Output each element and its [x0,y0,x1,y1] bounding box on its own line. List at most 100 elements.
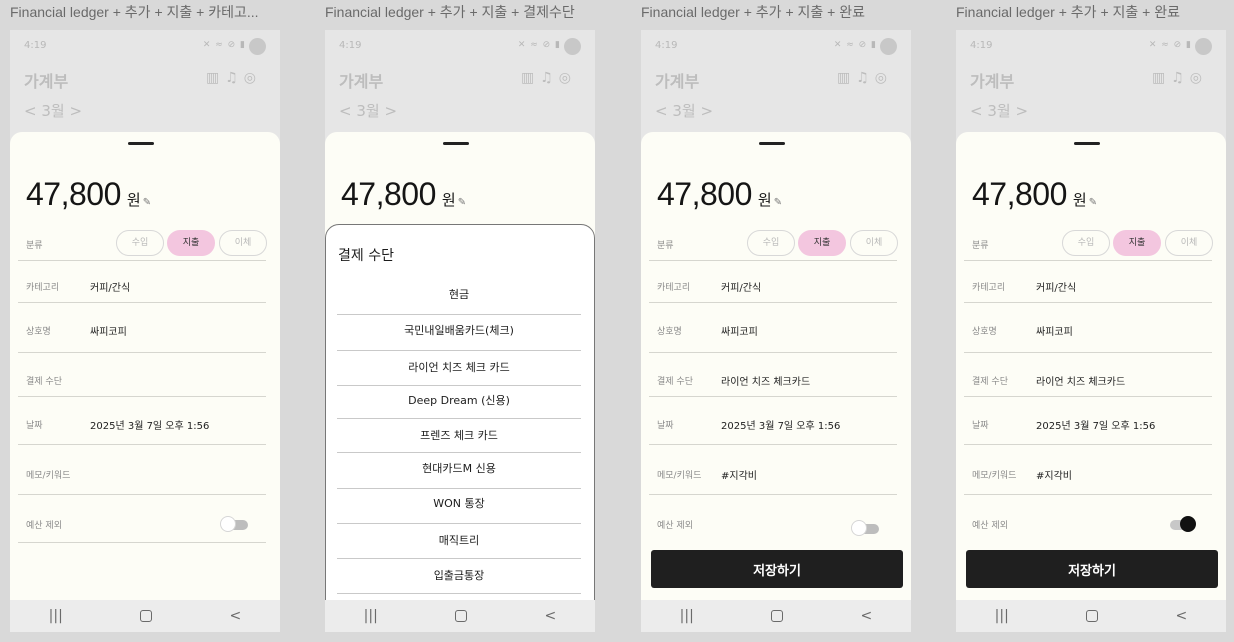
sheet-handle[interactable] [128,142,154,145]
payment-option[interactable]: 입출금통장 [337,559,581,594]
profile-icon[interactable]: ◎ [875,70,893,86]
payment-value[interactable]: 라이언 치즈 체크카드 [721,373,810,388]
type-expense-button[interactable]: 지출 [167,230,215,256]
date-value[interactable]: 2025년 3월 7일 오후 1:56 [721,417,840,432]
payment-option[interactable]: 현금 [337,279,581,315]
memo-value[interactable]: #지각비 [721,467,757,482]
store-row[interactable]: 상호명 싸피코피 [649,302,897,353]
payment-row[interactable]: 결제 수단 [18,352,266,397]
save-button[interactable]: 저장하기 [651,550,903,588]
amount-value[interactable]: 47,800 [972,176,1067,213]
home-icon[interactable] [455,610,468,622]
payment-label: 결제 수단 [26,377,62,387]
prev-month-icon[interactable]: < [970,102,983,120]
category-row[interactable]: 카테고리 커피/간식 [964,260,1212,303]
type-transfer-button[interactable]: 이체 [850,230,898,256]
date-row[interactable]: 날짜 2025년 3월 7일 오후 1:56 [649,396,897,445]
back-icon[interactable]: < [1176,608,1188,624]
edit-icon[interactable]: ✎ [1089,197,1097,208]
prev-month-icon[interactable]: < [24,102,37,120]
home-icon[interactable] [1086,610,1099,622]
type-transfer-button[interactable]: 이체 [219,230,267,256]
bell-icon[interactable]: ♫ [540,70,559,86]
date-row[interactable]: 날짜 2025년 3월 7일 오후 1:56 [964,396,1212,445]
edit-icon[interactable]: ✎ [458,197,466,208]
budget-exclude-toggle[interactable] [851,520,879,536]
payment-row[interactable]: 결제 수단 라이언 치즈 체크카드 [964,352,1212,397]
chart-icon[interactable]: ▥ [521,70,540,86]
amount-row[interactable]: 47,800 원 ✎ [341,176,466,213]
category-row[interactable]: 카테고리 커피/간식 [18,260,266,303]
sheet-handle[interactable] [759,142,785,145]
store-value[interactable]: 싸피코피 [90,323,127,338]
category-value[interactable]: 커피/간식 [90,279,130,294]
date-value[interactable]: 2025년 3월 7일 오후 1:56 [1036,417,1155,432]
budget-exclude-toggle[interactable] [220,516,248,532]
prev-month-icon[interactable]: < [339,102,352,120]
store-row[interactable]: 상호명 싸피코피 [18,302,266,353]
profile-icon[interactable]: ◎ [244,70,262,86]
recent-apps-icon[interactable]: ||| [680,608,694,624]
payment-value[interactable]: 라이언 치즈 체크카드 [1036,373,1125,388]
payment-option[interactable]: WON 통장 [337,489,581,524]
type-expense-button[interactable]: 지출 [798,230,846,256]
amount-row[interactable]: 47,800 원 ✎ [657,176,782,213]
amount-value[interactable]: 47,800 [657,176,752,213]
amount-row[interactable]: 47,800 원 ✎ [972,176,1097,213]
profile-icon[interactable]: ◎ [559,70,577,86]
sheet-handle[interactable] [1074,142,1100,145]
payment-row[interactable]: 결제 수단 라이언 치즈 체크카드 [649,352,897,397]
back-icon[interactable]: < [861,608,873,624]
chart-icon[interactable]: ▥ [206,70,225,86]
date-row[interactable]: 날짜 2025년 3월 7일 오후 1:56 [18,396,266,445]
recent-apps-icon[interactable]: ||| [364,608,378,624]
edit-icon[interactable]: ✎ [774,197,782,208]
save-button[interactable]: 저장하기 [966,550,1218,588]
prev-month-icon[interactable]: < [655,102,668,120]
payment-option[interactable]: 현대카드M 신용 [337,453,581,489]
store-value[interactable]: 싸피코피 [1036,323,1073,338]
category-value[interactable]: 커피/간식 [721,279,761,294]
type-expense-button[interactable]: 지출 [1113,230,1161,256]
type-transfer-button[interactable]: 이체 [1165,230,1213,256]
bell-icon[interactable]: ♫ [1171,70,1190,86]
next-month-icon[interactable]: > [700,102,713,120]
budget-exclude-toggle[interactable] [1170,516,1196,532]
recent-apps-icon[interactable]: ||| [995,608,1009,624]
back-icon[interactable]: < [230,608,242,624]
date-value[interactable]: 2025년 3월 7일 오후 1:56 [90,417,209,432]
next-month-icon[interactable]: > [384,102,397,120]
chart-icon[interactable]: ▥ [837,70,856,86]
category-value[interactable]: 커피/간식 [1036,279,1076,294]
edit-icon[interactable]: ✎ [143,197,151,208]
memo-value[interactable]: #지각비 [1036,467,1072,482]
memo-row[interactable]: 메모/키워드 #지각비 [649,444,897,495]
recent-apps-icon[interactable]: ||| [49,608,63,624]
amount-value[interactable]: 47,800 [341,176,436,213]
payment-option[interactable]: 프렌즈 체크 카드 [337,419,581,453]
bell-icon[interactable]: ♫ [856,70,875,86]
type-income-button[interactable]: 수입 [116,230,164,256]
next-month-icon[interactable]: > [69,102,82,120]
category-row[interactable]: 카테고리 커피/간식 [649,260,897,303]
type-income-button[interactable]: 수입 [1062,230,1110,256]
sheet-handle[interactable] [443,142,469,145]
payment-option[interactable]: 매직트리 [337,524,581,559]
type-income-button[interactable]: 수입 [747,230,795,256]
memo-row[interactable]: 메모/키워드 [18,444,266,495]
payment-option[interactable]: 국민내일배움카드(체크) [337,315,581,351]
bell-icon[interactable]: ♫ [225,70,244,86]
home-icon[interactable] [771,610,784,622]
back-icon[interactable]: < [545,608,557,624]
payment-option[interactable]: 라이언 치즈 체크 카드 [337,351,581,386]
amount-value[interactable]: 47,800 [26,176,121,213]
chart-icon[interactable]: ▥ [1152,70,1171,86]
store-value[interactable]: 싸피코피 [721,323,758,338]
payment-option[interactable]: Deep Dream (신용) [337,386,581,419]
next-month-icon[interactable]: > [1015,102,1028,120]
home-icon[interactable] [140,610,153,622]
memo-row[interactable]: 메모/키워드 #지각비 [964,444,1212,495]
profile-icon[interactable]: ◎ [1190,70,1208,86]
store-row[interactable]: 상호명 싸피코피 [964,302,1212,353]
amount-row[interactable]: 47,800 원 ✎ [26,176,151,213]
